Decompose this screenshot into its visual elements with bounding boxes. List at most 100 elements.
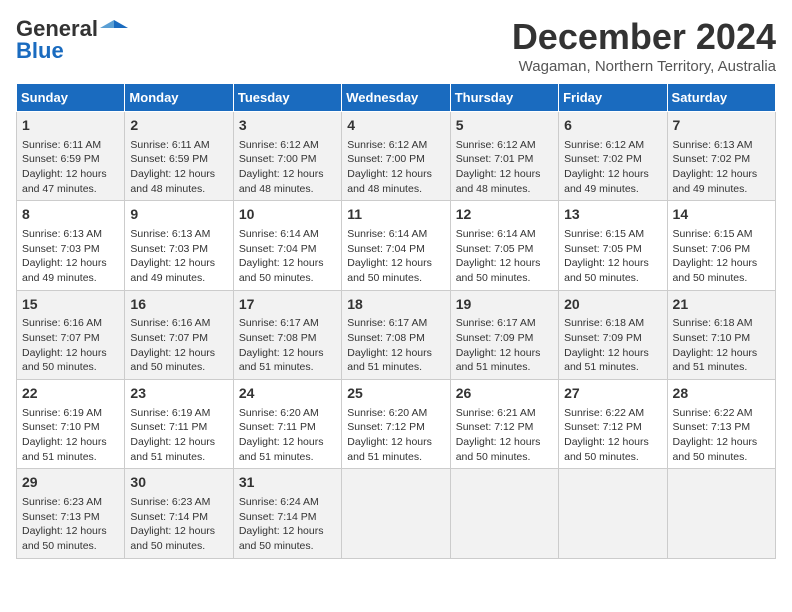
calendar-cell-5: 5Sunrise: 6:12 AM Sunset: 7:01 PM Daylig… (450, 112, 558, 201)
calendar-cell-28: 28Sunrise: 6:22 AM Sunset: 7:13 PM Dayli… (667, 380, 775, 469)
weekday-header-tuesday: Tuesday (233, 84, 341, 112)
day-number: 31 (239, 473, 336, 493)
day-number: 12 (456, 205, 553, 225)
day-info: Sunrise: 6:22 AM Sunset: 7:13 PM Dayligh… (673, 406, 770, 465)
day-info: Sunrise: 6:12 AM Sunset: 7:01 PM Dayligh… (456, 138, 553, 197)
calendar-cell-29: 29Sunrise: 6:23 AM Sunset: 7:13 PM Dayli… (17, 469, 125, 558)
day-info: Sunrise: 6:22 AM Sunset: 7:12 PM Dayligh… (564, 406, 661, 465)
day-info: Sunrise: 6:11 AM Sunset: 6:59 PM Dayligh… (22, 138, 119, 197)
day-number: 20 (564, 295, 661, 315)
calendar-cell-21: 21Sunrise: 6:18 AM Sunset: 7:10 PM Dayli… (667, 290, 775, 379)
calendar-cell-27: 27Sunrise: 6:22 AM Sunset: 7:12 PM Dayli… (559, 380, 667, 469)
day-number: 9 (130, 205, 227, 225)
calendar-cell-19: 19Sunrise: 6:17 AM Sunset: 7:09 PM Dayli… (450, 290, 558, 379)
day-info: Sunrise: 6:24 AM Sunset: 7:14 PM Dayligh… (239, 495, 336, 554)
calendar-cell-7: 7Sunrise: 6:13 AM Sunset: 7:02 PM Daylig… (667, 112, 775, 201)
day-number: 15 (22, 295, 119, 315)
calendar-cell-empty (450, 469, 558, 558)
day-number: 19 (456, 295, 553, 315)
calendar-cell-24: 24Sunrise: 6:20 AM Sunset: 7:11 PM Dayli… (233, 380, 341, 469)
day-number: 14 (673, 205, 770, 225)
calendar-cell-16: 16Sunrise: 6:16 AM Sunset: 7:07 PM Dayli… (125, 290, 233, 379)
day-info: Sunrise: 6:14 AM Sunset: 7:04 PM Dayligh… (239, 227, 336, 286)
day-number: 8 (22, 205, 119, 225)
day-info: Sunrise: 6:19 AM Sunset: 7:11 PM Dayligh… (130, 406, 227, 465)
day-number: 21 (673, 295, 770, 315)
day-number: 16 (130, 295, 227, 315)
day-number: 22 (22, 384, 119, 404)
calendar-cell-12: 12Sunrise: 6:14 AM Sunset: 7:05 PM Dayli… (450, 201, 558, 290)
calendar-week-5: 29Sunrise: 6:23 AM Sunset: 7:13 PM Dayli… (17, 469, 776, 558)
day-number: 28 (673, 384, 770, 404)
day-number: 10 (239, 205, 336, 225)
calendar-cell-empty (342, 469, 450, 558)
calendar-cell-14: 14Sunrise: 6:15 AM Sunset: 7:06 PM Dayli… (667, 201, 775, 290)
day-number: 17 (239, 295, 336, 315)
day-info: Sunrise: 6:11 AM Sunset: 6:59 PM Dayligh… (130, 138, 227, 197)
day-info: Sunrise: 6:16 AM Sunset: 7:07 PM Dayligh… (22, 316, 119, 375)
calendar-cell-3: 3Sunrise: 6:12 AM Sunset: 7:00 PM Daylig… (233, 112, 341, 201)
day-info: Sunrise: 6:17 AM Sunset: 7:08 PM Dayligh… (239, 316, 336, 375)
calendar-cell-4: 4Sunrise: 6:12 AM Sunset: 7:00 PM Daylig… (342, 112, 450, 201)
day-number: 25 (347, 384, 444, 404)
calendar-cell-31: 31Sunrise: 6:24 AM Sunset: 7:14 PM Dayli… (233, 469, 341, 558)
logo-bird-icon (100, 18, 128, 40)
weekday-header-monday: Monday (125, 84, 233, 112)
day-number: 30 (130, 473, 227, 493)
calendar-week-3: 15Sunrise: 6:16 AM Sunset: 7:07 PM Dayli… (17, 290, 776, 379)
day-info: Sunrise: 6:13 AM Sunset: 7:03 PM Dayligh… (22, 227, 119, 286)
day-number: 1 (22, 116, 119, 136)
calendar-cell-empty (559, 469, 667, 558)
calendar-cell-22: 22Sunrise: 6:19 AM Sunset: 7:10 PM Dayli… (17, 380, 125, 469)
calendar-cell-9: 9Sunrise: 6:13 AM Sunset: 7:03 PM Daylig… (125, 201, 233, 290)
header: General Blue December 2024 Wagaman, Nort… (16, 16, 776, 75)
calendar-cell-25: 25Sunrise: 6:20 AM Sunset: 7:12 PM Dayli… (342, 380, 450, 469)
day-number: 27 (564, 384, 661, 404)
calendar-week-4: 22Sunrise: 6:19 AM Sunset: 7:10 PM Dayli… (17, 380, 776, 469)
logo: General Blue (16, 16, 128, 64)
weekday-header-friday: Friday (559, 84, 667, 112)
day-info: Sunrise: 6:19 AM Sunset: 7:10 PM Dayligh… (22, 406, 119, 465)
day-info: Sunrise: 6:12 AM Sunset: 7:02 PM Dayligh… (564, 138, 661, 197)
day-info: Sunrise: 6:16 AM Sunset: 7:07 PM Dayligh… (130, 316, 227, 375)
calendar-cell-13: 13Sunrise: 6:15 AM Sunset: 7:05 PM Dayli… (559, 201, 667, 290)
calendar-cell-15: 15Sunrise: 6:16 AM Sunset: 7:07 PM Dayli… (17, 290, 125, 379)
day-info: Sunrise: 6:20 AM Sunset: 7:12 PM Dayligh… (347, 406, 444, 465)
calendar-cell-10: 10Sunrise: 6:14 AM Sunset: 7:04 PM Dayli… (233, 201, 341, 290)
day-info: Sunrise: 6:12 AM Sunset: 7:00 PM Dayligh… (239, 138, 336, 197)
day-number: 18 (347, 295, 444, 315)
calendar-cell-6: 6Sunrise: 6:12 AM Sunset: 7:02 PM Daylig… (559, 112, 667, 201)
day-number: 5 (456, 116, 553, 136)
month-title: December 2024 (512, 16, 776, 58)
calendar-cell-empty (667, 469, 775, 558)
day-info: Sunrise: 6:13 AM Sunset: 7:02 PM Dayligh… (673, 138, 770, 197)
calendar-cell-11: 11Sunrise: 6:14 AM Sunset: 7:04 PM Dayli… (342, 201, 450, 290)
calendar-week-1: 1Sunrise: 6:11 AM Sunset: 6:59 PM Daylig… (17, 112, 776, 201)
calendar-cell-23: 23Sunrise: 6:19 AM Sunset: 7:11 PM Dayli… (125, 380, 233, 469)
day-number: 24 (239, 384, 336, 404)
day-info: Sunrise: 6:14 AM Sunset: 7:04 PM Dayligh… (347, 227, 444, 286)
day-info: Sunrise: 6:21 AM Sunset: 7:12 PM Dayligh… (456, 406, 553, 465)
day-info: Sunrise: 6:14 AM Sunset: 7:05 PM Dayligh… (456, 227, 553, 286)
calendar-cell-26: 26Sunrise: 6:21 AM Sunset: 7:12 PM Dayli… (450, 380, 558, 469)
calendar-cell-8: 8Sunrise: 6:13 AM Sunset: 7:03 PM Daylig… (17, 201, 125, 290)
day-info: Sunrise: 6:18 AM Sunset: 7:09 PM Dayligh… (564, 316, 661, 375)
logo-blue: Blue (16, 38, 64, 64)
day-info: Sunrise: 6:15 AM Sunset: 7:06 PM Dayligh… (673, 227, 770, 286)
calendar-cell-20: 20Sunrise: 6:18 AM Sunset: 7:09 PM Dayli… (559, 290, 667, 379)
day-info: Sunrise: 6:20 AM Sunset: 7:11 PM Dayligh… (239, 406, 336, 465)
day-info: Sunrise: 6:23 AM Sunset: 7:13 PM Dayligh… (22, 495, 119, 554)
day-number: 26 (456, 384, 553, 404)
day-number: 7 (673, 116, 770, 136)
day-number: 29 (22, 473, 119, 493)
day-info: Sunrise: 6:23 AM Sunset: 7:14 PM Dayligh… (130, 495, 227, 554)
calendar-cell-18: 18Sunrise: 6:17 AM Sunset: 7:08 PM Dayli… (342, 290, 450, 379)
day-number: 4 (347, 116, 444, 136)
calendar-cell-30: 30Sunrise: 6:23 AM Sunset: 7:14 PM Dayli… (125, 469, 233, 558)
weekday-header-saturday: Saturday (667, 84, 775, 112)
calendar-cell-2: 2Sunrise: 6:11 AM Sunset: 6:59 PM Daylig… (125, 112, 233, 201)
day-info: Sunrise: 6:17 AM Sunset: 7:09 PM Dayligh… (456, 316, 553, 375)
weekday-header-thursday: Thursday (450, 84, 558, 112)
weekday-header-wednesday: Wednesday (342, 84, 450, 112)
day-number: 3 (239, 116, 336, 136)
